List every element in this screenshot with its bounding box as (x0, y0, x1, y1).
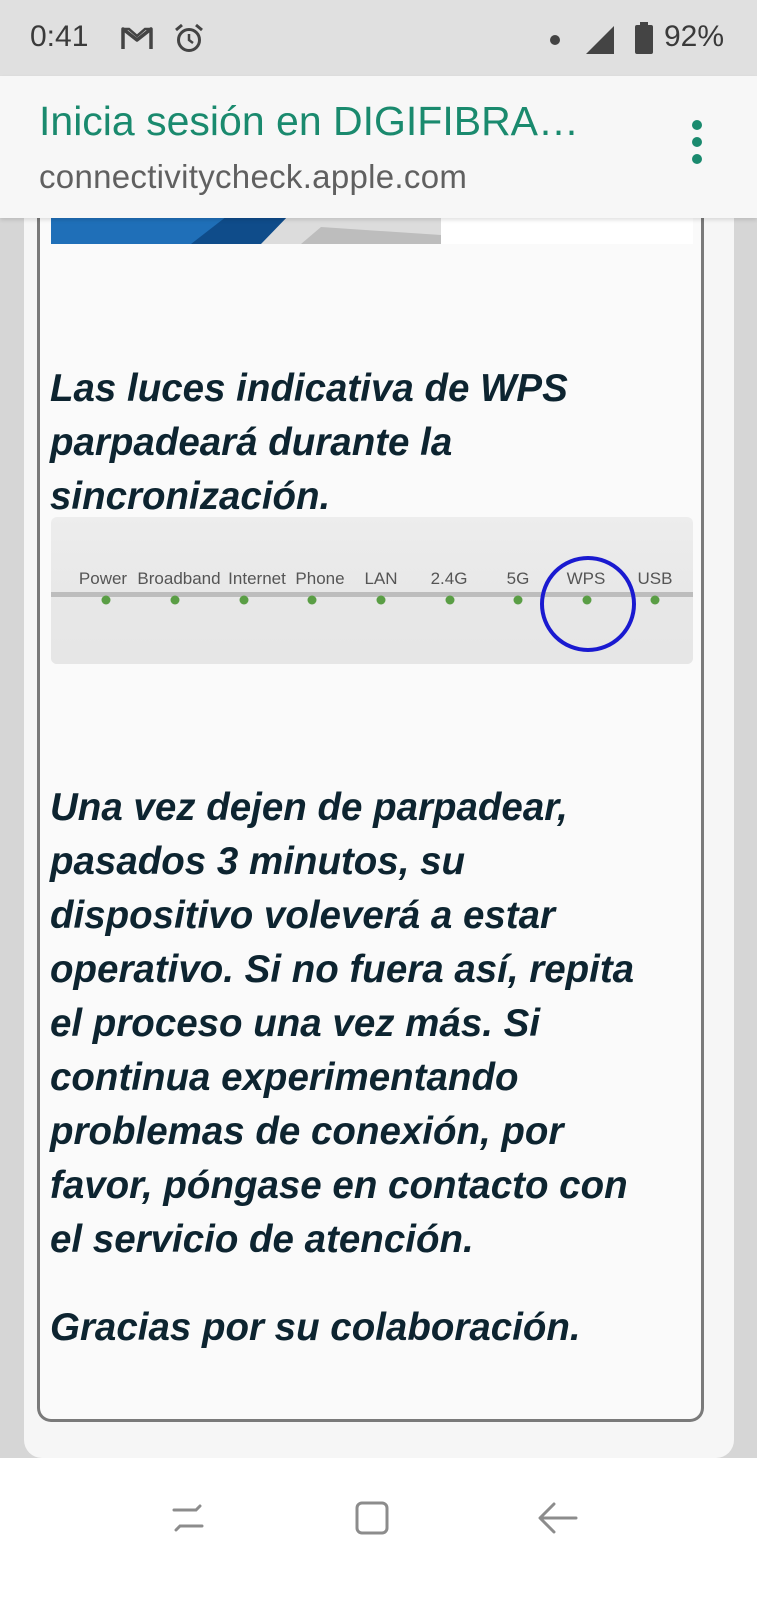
recent-apps-icon[interactable] (168, 1498, 208, 1538)
instructions-line: problemas de conexión, por (50, 1110, 564, 1153)
instructions-line: continua experimentando (50, 1056, 519, 1099)
led-label-wps: WPS (567, 569, 606, 588)
instructions-line: favor, póngase en contacto con (50, 1164, 628, 1207)
led-dot (445, 595, 455, 605)
captive-portal-header: Inicia sesión en DIGIFIBRA… connectivity… (0, 76, 757, 218)
led-label-broadband: Broadband (137, 569, 220, 588)
wps-heading: Las luces indicativa de WPS parpadeará d… (50, 362, 568, 524)
thanks-text: Gracias por su colaboración. (50, 1306, 581, 1349)
led-dot (513, 595, 523, 605)
led-dot (376, 595, 386, 605)
battery-percentage: 92% (664, 20, 725, 53)
router-leds-image: Power Broadband Internet Phone LAN 2.4G … (51, 517, 693, 664)
status-bar: 0:41 92% (0, 0, 757, 76)
back-icon[interactable] (536, 1498, 580, 1538)
overflow-menu-icon[interactable] (690, 120, 704, 170)
led-dot (170, 595, 180, 605)
wps-heading-line: Las luces indicativa de WPS (50, 367, 568, 410)
instructions-line: el proceso una vez más. Si (50, 1002, 541, 1045)
instructions-line: dispositivo voleverá a estar (50, 894, 556, 937)
instructions-line: el servicio de atención. (50, 1218, 474, 1261)
dot-icon (550, 35, 560, 45)
cell-signal-icon (586, 26, 614, 54)
led-dot (101, 595, 111, 605)
led-dot (239, 595, 249, 605)
led-label-phone: Phone (295, 569, 344, 588)
led-label-power: Power (79, 569, 128, 588)
gmail-icon (121, 27, 153, 49)
wps-heading-line: parpadeará durante la (50, 421, 453, 464)
led-label-lan: LAN (364, 569, 397, 588)
led-dot (650, 595, 660, 605)
page-url: connectivitycheck.apple.com (39, 158, 468, 195)
instructions-line: operativo. Si no fuera así, repita (50, 948, 635, 991)
instructions-text: Una vez dejen de parpadear, pasados 3 mi… (50, 781, 634, 1267)
instructions-line: Una vez dejen de parpadear, (50, 786, 568, 829)
led-label-5g: 5G (507, 569, 530, 588)
battery-icon (635, 22, 653, 54)
instructions-line: pasados 3 minutos, su (50, 840, 466, 883)
led-label-internet: Internet (228, 569, 286, 588)
led-dot (307, 595, 317, 605)
wps-heading-line: sincronización. (50, 475, 331, 518)
led-dot (582, 595, 592, 605)
led-label-usb: USB (638, 569, 673, 588)
system-nav-bar (0, 1458, 757, 1600)
home-icon[interactable] (352, 1498, 392, 1538)
status-time: 0:41 (30, 20, 89, 53)
led-label-2-4g: 2.4G (431, 569, 468, 588)
page-title: Inicia sesión en DIGIFIBRA… (39, 98, 580, 144)
alarm-icon (175, 23, 203, 52)
